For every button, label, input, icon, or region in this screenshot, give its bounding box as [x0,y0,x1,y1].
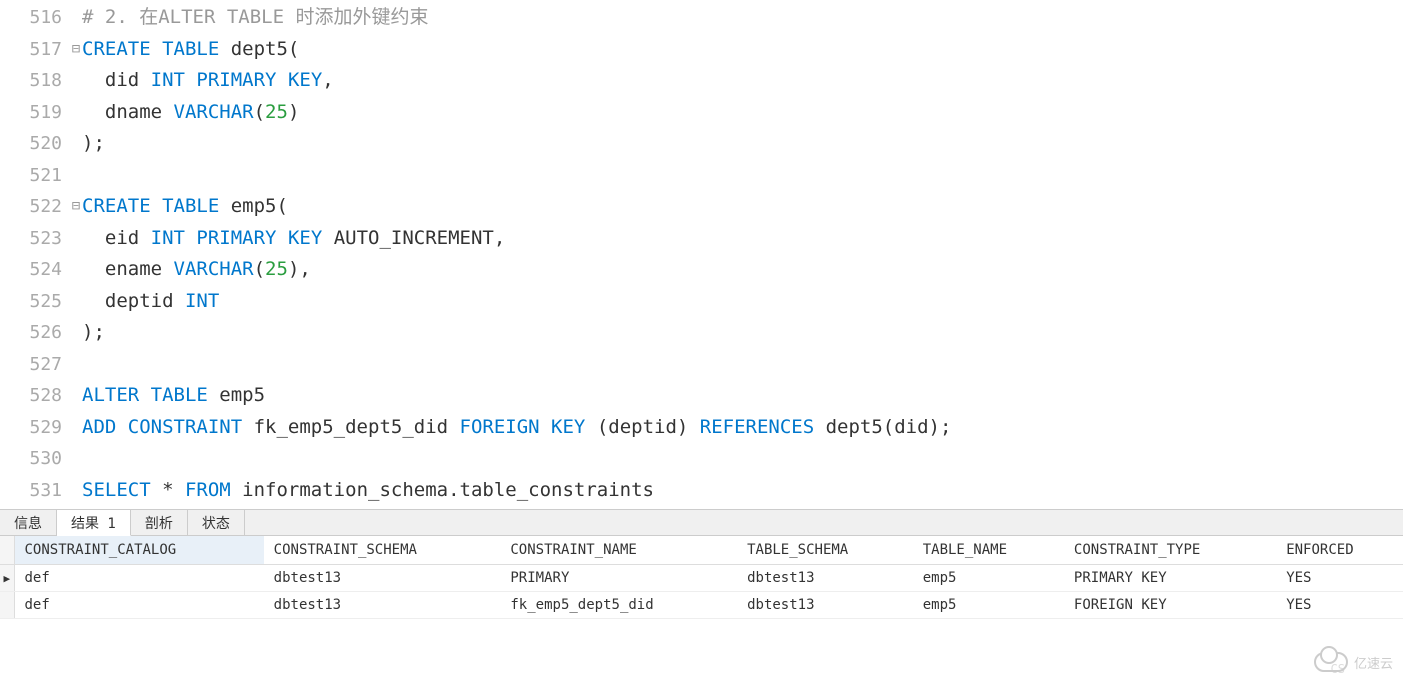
line-number: 519 [0,97,62,129]
code-line[interactable] [82,349,1403,381]
fold-column[interactable]: ⊟⊟ [70,0,82,509]
table-cell[interactable]: dbtest13 [264,565,501,592]
fold-marker [70,443,82,475]
column-header[interactable]: ENFORCED [1276,536,1403,565]
fold-marker [70,286,82,318]
code-line[interactable]: # 2. 在ALTER TABLE 时添加外键约束 [82,2,1403,34]
tab-信息[interactable]: 信息 [0,510,57,535]
table-row[interactable]: ▶defdbtest13PRIMARYdbtest13emp5PRIMARY K… [0,565,1403,592]
fold-marker [70,380,82,412]
table-cell[interactable]: PRIMARY KEY [1064,565,1276,592]
table-cell[interactable]: dbtest13 [264,592,501,619]
fold-marker [70,97,82,129]
line-number: 526 [0,317,62,349]
column-header[interactable]: CONSTRAINT_TYPE [1064,536,1276,565]
line-number: 522 [0,191,62,223]
table-cell[interactable]: dbtest13 [737,565,913,592]
fold-marker [70,412,82,444]
code-line[interactable]: dname VARCHAR(25) [82,97,1403,129]
line-number: 530 [0,443,62,475]
row-marker: ▶ [0,565,14,592]
fold-marker [70,475,82,507]
code-line[interactable]: ALTER TABLE emp5 [82,380,1403,412]
line-number-gutter: 5165175185195205215225235245255265275285… [0,0,70,509]
code-line[interactable]: SELECT * FROM information_schema.table_c… [82,475,1403,507]
code-line[interactable]: eid INT PRIMARY KEY AUTO_INCREMENT, [82,223,1403,255]
table-cell[interactable]: def [14,565,264,592]
watermark-text: 亿速云 [1354,653,1393,672]
code-line[interactable]: ); [82,317,1403,349]
cloud-icon [1314,652,1348,672]
fold-marker [70,223,82,255]
table-cell[interactable]: emp5 [913,565,1064,592]
tab-结果 1[interactable]: 结果 1 [57,510,131,536]
code-line[interactable]: did INT PRIMARY KEY, [82,65,1403,97]
line-number: 517 [0,34,62,66]
tab-状态[interactable]: 状态 [188,510,245,535]
fold-marker[interactable]: ⊟ [70,191,82,223]
line-number: 518 [0,65,62,97]
code-line[interactable]: CREATE TABLE emp5( [82,191,1403,223]
table-cell[interactable]: YES [1276,592,1403,619]
line-number: 516 [0,2,62,34]
line-number: 529 [0,412,62,444]
tab-剖析[interactable]: 剖析 [131,510,188,535]
fold-marker [70,2,82,34]
table-cell[interactable]: dbtest13 [737,592,913,619]
line-number: 521 [0,160,62,192]
table-cell[interactable]: YES [1276,565,1403,592]
code-line[interactable]: ADD CONSTRAINT fk_emp5_dept5_did FOREIGN… [82,412,1403,444]
table-cell[interactable]: fk_emp5_dept5_did [500,592,737,619]
table-row[interactable]: defdbtest13fk_emp5_dept5_diddbtest13emp5… [0,592,1403,619]
results-grid[interactable]: CONSTRAINT_CATALOGCONSTRAINT_SCHEMACONST… [0,536,1403,619]
line-number: 531 [0,475,62,507]
line-number: 520 [0,128,62,160]
column-header[interactable]: CONSTRAINT_NAME [500,536,737,565]
table-cell[interactable]: def [14,592,264,619]
line-number: 523 [0,223,62,255]
line-number: 525 [0,286,62,318]
code-line[interactable] [82,160,1403,192]
code-line[interactable]: deptid INT [82,286,1403,318]
code-line[interactable] [82,443,1403,475]
column-header[interactable]: TABLE_SCHEMA [737,536,913,565]
code-editor[interactable]: 5165175185195205215225235245255265275285… [0,0,1403,509]
results-tabs: 信息结果 1剖析状态 [0,510,1403,536]
fold-marker [70,65,82,97]
fold-marker [70,349,82,381]
line-number: 524 [0,254,62,286]
fold-marker [70,317,82,349]
code-line[interactable]: CREATE TABLE dept5( [82,34,1403,66]
column-header[interactable]: CONSTRAINT_SCHEMA [264,536,501,565]
row-marker-header [0,536,14,565]
code-area[interactable]: # 2. 在ALTER TABLE 时添加外键约束CREATE TABLE de… [82,0,1403,509]
column-header[interactable]: TABLE_NAME [913,536,1064,565]
column-header[interactable]: CONSTRAINT_CATALOG [14,536,264,565]
watermark: 亿速云 [1314,652,1393,672]
row-marker [0,592,14,619]
line-number: 527 [0,349,62,381]
table-cell[interactable]: PRIMARY [500,565,737,592]
line-number: 528 [0,380,62,412]
code-line[interactable]: ename VARCHAR(25), [82,254,1403,286]
table-cell[interactable]: FOREIGN KEY [1064,592,1276,619]
fold-marker [70,160,82,192]
fold-marker [70,254,82,286]
code-line[interactable]: ); [82,128,1403,160]
fold-marker[interactable]: ⊟ [70,34,82,66]
table-cell[interactable]: emp5 [913,592,1064,619]
fold-marker [70,128,82,160]
results-panel: 信息结果 1剖析状态 CONSTRAINT_CATALOGCONSTRAINT_… [0,509,1403,619]
results-table[interactable]: CONSTRAINT_CATALOGCONSTRAINT_SCHEMACONST… [0,536,1403,619]
